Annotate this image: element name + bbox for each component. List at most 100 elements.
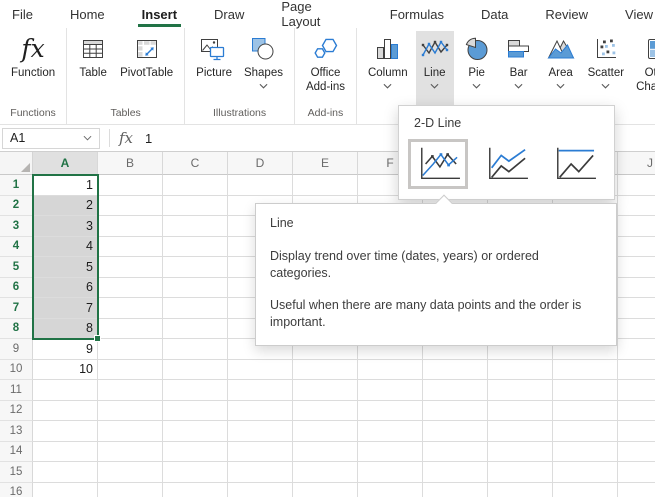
column-header-b[interactable]: B <box>98 152 163 175</box>
cell-A7[interactable]: 7 <box>33 298 98 319</box>
cell-A2[interactable]: 2 <box>33 196 98 217</box>
cell-C4[interactable] <box>163 237 228 258</box>
other-charts-button[interactable]: Other Charts <box>632 31 655 97</box>
cell-J3[interactable] <box>618 216 655 237</box>
cell-A4[interactable]: 4 <box>33 237 98 258</box>
cell-F14[interactable] <box>358 442 423 463</box>
cell-J8[interactable] <box>618 319 655 340</box>
option-stacked-line[interactable] <box>476 139 536 189</box>
menu-tab-data[interactable]: Data <box>479 1 510 28</box>
cell-C3[interactable] <box>163 216 228 237</box>
cell-E16[interactable] <box>293 483 358 497</box>
table-button[interactable]: Table <box>74 31 112 82</box>
cell-D12[interactable] <box>228 401 293 422</box>
cell-H16[interactable] <box>488 483 553 497</box>
cell-I15[interactable] <box>553 462 618 483</box>
cell-E12[interactable] <box>293 401 358 422</box>
cell-B6[interactable] <box>98 278 163 299</box>
cell-B15[interactable] <box>98 462 163 483</box>
insert-function-icon[interactable]: fx <box>119 129 133 147</box>
menu-tab-draw[interactable]: Draw <box>212 1 246 28</box>
row-header-16[interactable]: 16 <box>0 483 33 497</box>
column-header-d[interactable]: D <box>228 152 293 175</box>
cell-F15[interactable] <box>358 462 423 483</box>
cell-E11[interactable] <box>293 380 358 401</box>
cell-J9[interactable] <box>618 339 655 360</box>
scatter-chart-button[interactable]: Scatter <box>584 31 628 91</box>
cell-B11[interactable] <box>98 380 163 401</box>
line-chart-button[interactable]: Line <box>416 31 454 105</box>
pivottable-button[interactable]: PivotTable <box>116 31 177 82</box>
shapes-button[interactable]: Shapes <box>240 31 287 91</box>
cell-A6[interactable]: 6 <box>33 278 98 299</box>
cell-A9[interactable]: 9 <box>33 339 98 360</box>
cell-C8[interactable] <box>163 319 228 340</box>
name-box[interactable]: A1 <box>2 128 100 149</box>
cell-D1[interactable] <box>228 175 293 196</box>
select-all-corner[interactable] <box>0 152 33 175</box>
cell-B14[interactable] <box>98 442 163 463</box>
cell-A3[interactable]: 3 <box>33 216 98 237</box>
cell-H10[interactable] <box>488 360 553 381</box>
cell-E13[interactable] <box>293 421 358 442</box>
cell-B9[interactable] <box>98 339 163 360</box>
menu-tab-file[interactable]: File <box>10 1 35 28</box>
row-header-12[interactable]: 12 <box>0 401 33 422</box>
cell-G15[interactable] <box>423 462 488 483</box>
bar-chart-button[interactable]: Bar <box>500 31 538 91</box>
row-header-6[interactable]: 6 <box>0 278 33 299</box>
menu-tab-review[interactable]: Review <box>543 1 590 28</box>
cell-D15[interactable] <box>228 462 293 483</box>
cell-B7[interactable] <box>98 298 163 319</box>
cell-A8[interactable]: 8 <box>33 319 98 340</box>
cell-J4[interactable] <box>618 237 655 258</box>
cell-I12[interactable] <box>553 401 618 422</box>
cell-C1[interactable] <box>163 175 228 196</box>
cell-E1[interactable] <box>293 175 358 196</box>
cell-J12[interactable] <box>618 401 655 422</box>
cell-G16[interactable] <box>423 483 488 497</box>
column-header-e[interactable]: E <box>293 152 358 175</box>
cell-J14[interactable] <box>618 442 655 463</box>
cell-C9[interactable] <box>163 339 228 360</box>
cell-G13[interactable] <box>423 421 488 442</box>
row-header-10[interactable]: 10 <box>0 360 33 381</box>
picture-button[interactable]: Picture <box>192 31 236 82</box>
cell-A5[interactable]: 5 <box>33 257 98 278</box>
row-header-9[interactable]: 9 <box>0 339 33 360</box>
cell-H11[interactable] <box>488 380 553 401</box>
cell-C13[interactable] <box>163 421 228 442</box>
cell-B3[interactable] <box>98 216 163 237</box>
menu-tab-formulas[interactable]: Formulas <box>388 1 446 28</box>
cell-J5[interactable] <box>618 257 655 278</box>
cell-D14[interactable] <box>228 442 293 463</box>
menu-tab-home[interactable]: Home <box>68 1 107 28</box>
cell-C10[interactable] <box>163 360 228 381</box>
cell-D10[interactable] <box>228 360 293 381</box>
cell-E10[interactable] <box>293 360 358 381</box>
cell-J11[interactable] <box>618 380 655 401</box>
row-header-4[interactable]: 4 <box>0 237 33 258</box>
column-chart-button[interactable]: Column <box>364 31 412 91</box>
cell-E15[interactable] <box>293 462 358 483</box>
cell-I16[interactable] <box>553 483 618 497</box>
cell-C12[interactable] <box>163 401 228 422</box>
pie-chart-button[interactable]: Pie <box>458 31 496 91</box>
cell-D11[interactable] <box>228 380 293 401</box>
office-addins-button[interactable]: Office Add-ins <box>302 31 349 97</box>
column-header-c[interactable]: C <box>163 152 228 175</box>
column-header-a[interactable]: A <box>33 152 98 175</box>
cell-C5[interactable] <box>163 257 228 278</box>
cell-B2[interactable] <box>98 196 163 217</box>
cell-C2[interactable] <box>163 196 228 217</box>
cell-C16[interactable] <box>163 483 228 497</box>
cell-J10[interactable] <box>618 360 655 381</box>
column-header-j[interactable]: J <box>618 152 655 175</box>
cell-F13[interactable] <box>358 421 423 442</box>
cell-B16[interactable] <box>98 483 163 497</box>
cell-I10[interactable] <box>553 360 618 381</box>
cell-A10[interactable]: 10 <box>33 360 98 381</box>
row-header-15[interactable]: 15 <box>0 462 33 483</box>
cell-A1[interactable]: 1 <box>33 175 98 196</box>
cell-C7[interactable] <box>163 298 228 319</box>
